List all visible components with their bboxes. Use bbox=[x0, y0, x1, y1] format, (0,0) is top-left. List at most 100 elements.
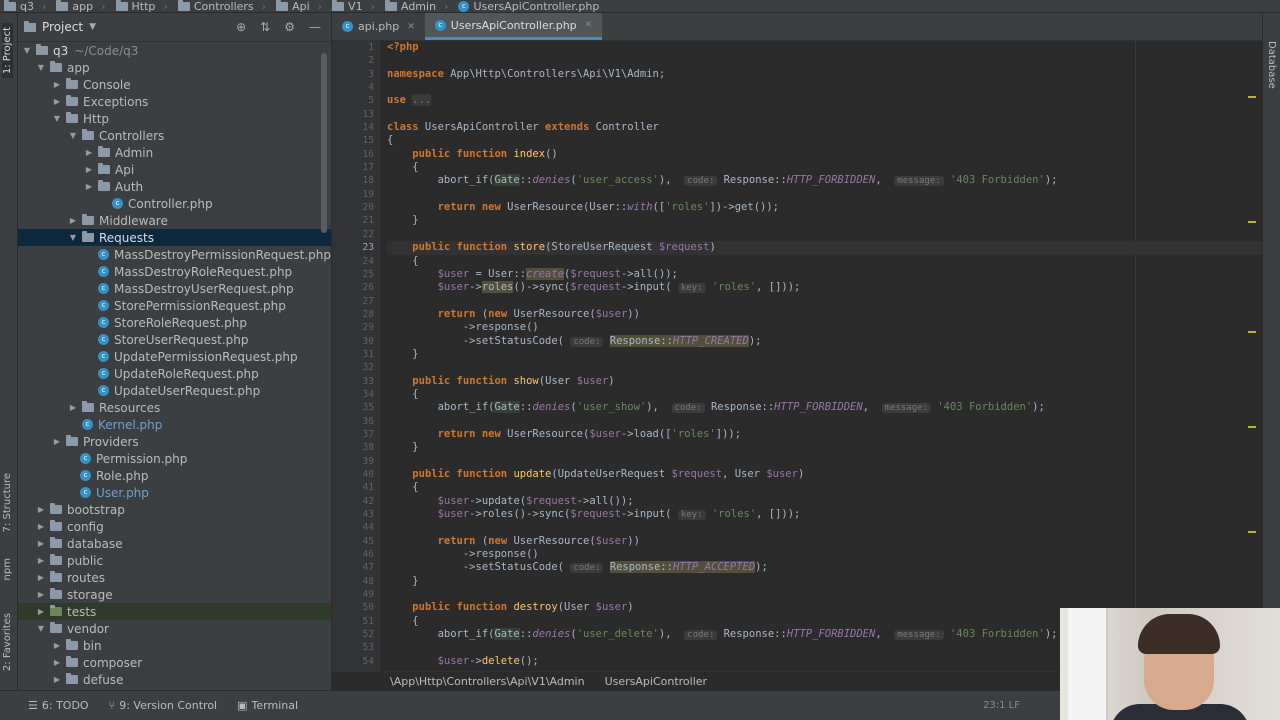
tree-item-bin[interactable]: ▶ bin bbox=[18, 637, 331, 654]
tree-item-storage[interactable]: ▶ storage bbox=[18, 586, 331, 603]
tree-item-defuse[interactable]: ▶ defuse bbox=[18, 671, 331, 688]
crumb-controllers[interactable]: Controllers › bbox=[174, 0, 272, 12]
version-control-tool-button[interactable]: ⑂ 9: Version Control bbox=[109, 699, 218, 712]
tree-item-public[interactable]: ▶ public bbox=[18, 552, 331, 569]
crumb-q3[interactable]: q3 › bbox=[0, 0, 52, 12]
tab-api-php[interactable]: c api.php ✕ bbox=[332, 13, 425, 40]
tree-item-php-file[interactable]: c UpdateRoleRequest.php bbox=[18, 365, 331, 382]
warning-marker[interactable] bbox=[1248, 426, 1256, 428]
tree-item-vendor[interactable]: ▼ vendor bbox=[18, 620, 331, 637]
tree-item-database[interactable]: ▶ database bbox=[18, 535, 331, 552]
chevron-down-icon[interactable]: ▼ bbox=[89, 22, 96, 32]
tree-item-php-file[interactable]: c StorePermissionRequest.php bbox=[18, 297, 331, 314]
tree-item-admin[interactable]: ▶ Admin bbox=[18, 144, 331, 161]
crumb-http[interactable]: Http › bbox=[112, 0, 174, 12]
tree-item-php-file[interactable]: c MassDestroyUserRequest.php bbox=[18, 280, 331, 297]
tree-item-providers[interactable]: ▶ Providers bbox=[18, 433, 331, 450]
php-file-icon: c bbox=[98, 283, 109, 294]
branch-icon: ⑂ bbox=[108, 699, 116, 712]
tree-item-composer[interactable]: ▶ composer bbox=[18, 654, 331, 671]
crumb-app[interactable]: app › bbox=[52, 0, 111, 12]
crumb-file[interactable]: c UsersApiController.php bbox=[454, 0, 605, 12]
tree-item-auth[interactable]: ▶ Auth bbox=[18, 178, 331, 195]
chevron-down-icon: ▼ bbox=[69, 233, 77, 242]
warning-marker[interactable] bbox=[1248, 221, 1256, 223]
folder-icon bbox=[56, 0, 69, 11]
tree-item-user-php[interactable]: c User.php bbox=[18, 484, 331, 501]
tree-item-requests[interactable]: ▼ Requests bbox=[18, 229, 331, 246]
tree-item-php-file[interactable]: c StoreRoleRequest.php bbox=[18, 314, 331, 331]
project-panel-tools: ⊕ ⇅ ⚙ — bbox=[236, 20, 325, 34]
crumb-api[interactable]: Api › bbox=[272, 0, 328, 12]
tree-item-resources[interactable]: ▶ Resources bbox=[18, 399, 331, 416]
favorites-tool-tab[interactable]: 2: Favorites bbox=[2, 613, 13, 671]
project-panel-header: Project ▼ ⊕ ⇅ ⚙ — bbox=[18, 13, 331, 42]
collapse-all-icon[interactable]: ⇅ bbox=[260, 20, 270, 34]
crumb-v1[interactable]: V1 › bbox=[328, 0, 381, 12]
database-tool-tab[interactable]: Database bbox=[1266, 41, 1277, 89]
php-file-icon: c bbox=[80, 470, 91, 481]
php-file-icon: c bbox=[98, 300, 109, 311]
folder-icon bbox=[50, 622, 62, 633]
breadcrumb-class[interactable]: UsersApiController bbox=[605, 675, 707, 688]
warning-marker[interactable] bbox=[1248, 331, 1256, 333]
tree-item-php-file[interactable]: c MassDestroyPermissionRequest.php bbox=[18, 246, 331, 263]
chevron-right-icon: ▶ bbox=[53, 675, 61, 684]
breadcrumb-namespace[interactable]: \App\Http\Controllers\Api\V1\Admin bbox=[390, 675, 585, 688]
chevron-right-icon: ▶ bbox=[37, 590, 45, 599]
folder-icon bbox=[50, 520, 62, 531]
list-icon: ☰ bbox=[28, 699, 38, 712]
project-scrollbar[interactable] bbox=[321, 53, 327, 233]
code-area[interactable]: 1 <?php 2 3 namespace App\Http\Controllers… bbox=[363, 41, 1262, 668]
tree-item-permission-php[interactable]: c Permission.php bbox=[18, 450, 331, 467]
php-file-icon: c bbox=[82, 419, 93, 430]
folder-icon bbox=[66, 95, 78, 106]
tree-item-role-php[interactable]: c Role.php bbox=[18, 467, 331, 484]
folder-icon bbox=[276, 0, 289, 11]
tree-item-bootstrap[interactable]: ▶ bootstrap bbox=[18, 501, 331, 518]
close-icon[interactable]: ✕ bbox=[585, 20, 593, 30]
tree-item-php-file[interactable]: c UpdatePermissionRequest.php bbox=[18, 348, 331, 365]
folder-icon bbox=[82, 231, 94, 242]
tree-item-api[interactable]: ▶ Api bbox=[18, 161, 331, 178]
php-file-icon: c bbox=[112, 198, 123, 209]
project-tool-tab[interactable]: 1: Project bbox=[2, 23, 13, 79]
tree-item-php-file[interactable]: c StoreUserRequest.php bbox=[18, 331, 331, 348]
chevron-right-icon: ▶ bbox=[85, 165, 93, 174]
tree-item-console[interactable]: ▶ Console bbox=[18, 76, 331, 93]
warning-marker[interactable] bbox=[1248, 96, 1256, 98]
tree-item-php-file[interactable]: c UpdateUserRequest.php bbox=[18, 382, 331, 399]
folder-icon bbox=[66, 112, 78, 123]
gear-icon[interactable]: ⚙ bbox=[284, 20, 295, 34]
tree-item-tests[interactable]: ▶ tests bbox=[18, 603, 331, 620]
tab-users-api-controller[interactable]: c UsersApiController.php ✕ bbox=[424, 13, 603, 40]
tree-item-root[interactable]: ▼ q3 ~/Code/q3 bbox=[18, 42, 331, 59]
tree-item-app[interactable]: ▼ app bbox=[18, 59, 331, 76]
crumb-admin[interactable]: Admin › bbox=[381, 0, 454, 12]
warning-marker[interactable] bbox=[1248, 531, 1256, 533]
npm-tool-tab[interactable]: npm bbox=[2, 558, 13, 580]
minimize-icon[interactable]: — bbox=[309, 20, 321, 34]
tree-item-kernel-php[interactable]: c Kernel.php bbox=[18, 416, 331, 433]
tree-item-config[interactable]: ▶ config bbox=[18, 518, 331, 535]
tree-item-controllers[interactable]: ▼ Controllers bbox=[18, 127, 331, 144]
folder-icon bbox=[98, 146, 110, 157]
folder-icon bbox=[177, 0, 190, 11]
todo-tool-button[interactable]: ☰ 6: TODO bbox=[28, 699, 89, 712]
close-icon[interactable]: ✕ bbox=[407, 22, 415, 32]
code-editor[interactable]: 1 <?php 2 3 namespace App\Http\Controllers… bbox=[332, 41, 1262, 671]
tree-item-controller-php[interactable]: c Controller.php bbox=[18, 195, 331, 212]
project-panel-title[interactable]: Project bbox=[42, 20, 83, 34]
cursor-position[interactable]: 23:1 LF bbox=[983, 700, 1020, 711]
target-icon[interactable]: ⊕ bbox=[236, 20, 246, 34]
folder-icon bbox=[50, 588, 62, 599]
folder-icon bbox=[82, 129, 94, 140]
tree-item-php-file[interactable]: c MassDestroyRoleRequest.php bbox=[18, 263, 331, 280]
tree-item-routes[interactable]: ▶ routes bbox=[18, 569, 331, 586]
terminal-tool-button[interactable]: ▣ Terminal bbox=[237, 699, 298, 712]
tree-item-http[interactable]: ▼ Http bbox=[18, 110, 331, 127]
php-file-icon: c bbox=[458, 0, 470, 12]
structure-tool-tab[interactable]: 7: Structure bbox=[2, 473, 13, 532]
tree-item-exceptions[interactable]: ▶ Exceptions bbox=[18, 93, 331, 110]
tree-item-middleware[interactable]: ▶ Middleware bbox=[18, 212, 331, 229]
